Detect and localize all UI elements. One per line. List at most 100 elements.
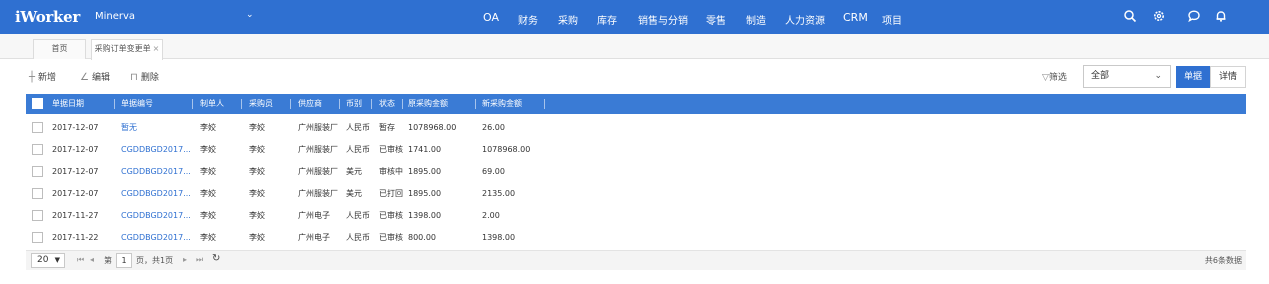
cell-date: 2017-12-07	[52, 167, 99, 176]
cell-doc-no[interactable]: CGDDBGD2017...	[121, 161, 191, 183]
col-creator[interactable]: 制单人	[200, 94, 224, 114]
app-logo[interactable]: iWorker	[15, 8, 80, 26]
cell-supplier: 广州服装厂	[298, 167, 338, 176]
table-row[interactable]: 2017-11-27 CGDDBGD2017... 李姣 李姣 广州电子 人民币 已审核 13…	[26, 205, 1246, 227]
col-original-amount[interactable]: 原采购金额	[408, 94, 448, 114]
nav-item-purchase[interactable]: 采购	[558, 12, 578, 27]
detail-view-button[interactable]: 详情	[1210, 66, 1246, 88]
tab-home[interactable]: 首页	[33, 39, 86, 59]
nav-item-inventory[interactable]: 库存	[597, 12, 617, 27]
column-divider[interactable]	[544, 99, 545, 109]
cell-supplier: 广州服装厂	[298, 123, 338, 132]
close-icon[interactable]: ×	[153, 44, 160, 53]
cell-buyer: 李姣	[249, 189, 265, 198]
cell-currency: 人民币	[346, 145, 370, 154]
table-row[interactable]: 2017-12-07 CGDDBGD2017... 李姣 李姣 广州服装厂 人民币 已审核 1…	[26, 139, 1246, 161]
row-checkbox[interactable]	[32, 144, 43, 155]
cell-date: 2017-11-22	[52, 233, 99, 242]
nav-item-oa[interactable]: OA	[483, 11, 499, 24]
row-checkbox[interactable]	[32, 122, 43, 133]
page-size-select[interactable]: 20 ▼	[31, 253, 65, 268]
cell-date: 2017-12-07	[52, 189, 99, 198]
column-divider[interactable]	[339, 99, 340, 109]
last-page-icon[interactable]: ⏭	[196, 255, 203, 265]
plus-icon: ┼	[29, 72, 36, 83]
cell-buyer: 李姣	[249, 123, 265, 132]
column-divider[interactable]	[114, 99, 115, 109]
table-row[interactable]: 2017-12-07 CGDDBGD2017... 李姣 李姣 广州服装厂 美元 已打回 18…	[26, 183, 1246, 205]
chevron-down-icon[interactable]: ⌄	[246, 10, 254, 20]
tab-purchase-order-change[interactable]: 采购订单变更单 ×	[91, 39, 163, 60]
search-icon[interactable]	[1123, 9, 1137, 23]
row-checkbox[interactable]	[32, 188, 43, 199]
table-row[interactable]: 2017-12-07 暂无 李姣 李姣 广州服装厂 人民币 暂存 1078968.00 26.0…	[26, 117, 1246, 139]
col-status[interactable]: 状态	[379, 94, 395, 114]
cell-currency: 人民币	[346, 123, 370, 132]
col-date[interactable]: 单据日期	[52, 94, 84, 114]
delete-button[interactable]: ⊓ 删除	[130, 70, 159, 83]
next-page-icon[interactable]: ▸	[183, 255, 187, 264]
top-navbar: iWorker Minerva ⌄ OA 财务 采购 库存 销售与分销 零售 制…	[0, 0, 1269, 34]
cell-date: 2017-12-07	[52, 145, 99, 154]
page-label-suffix: 页，共1页	[136, 256, 174, 265]
nav-item-crm[interactable]: CRM	[843, 11, 868, 24]
add-button[interactable]: ┼ 新增	[29, 70, 56, 83]
filter-select[interactable]: 全部 ⌄	[1083, 65, 1171, 88]
row-checkbox[interactable]	[32, 232, 43, 243]
nav-item-hr[interactable]: 人力资源	[785, 12, 825, 27]
column-divider[interactable]	[475, 99, 476, 109]
cell-buyer: 李姣	[249, 211, 265, 220]
cell-supplier: 广州服装厂	[298, 189, 338, 198]
cell-doc-no[interactable]: 暂无	[121, 117, 137, 139]
col-currency[interactable]: 币别	[346, 94, 362, 114]
edit-label: 编辑	[91, 73, 110, 83]
col-doc-no[interactable]: 单据编号	[121, 94, 153, 114]
doc-view-button[interactable]: 单据	[1176, 66, 1210, 88]
table-row[interactable]: 2017-12-07 CGDDBGD2017... 李姣 李姣 广州服装厂 美元 审核中 18…	[26, 161, 1246, 183]
col-supplier[interactable]: 供应商	[298, 94, 322, 114]
filter-icon: ▽	[1042, 73, 1049, 83]
col-buyer[interactable]: 采购员	[249, 94, 273, 114]
total-count: 共6条数据	[1204, 256, 1242, 265]
row-checkbox[interactable]	[32, 166, 43, 177]
gear-icon[interactable]	[1152, 9, 1166, 23]
cell-new-amount: 2.00	[482, 211, 500, 220]
cell-original-amount: 1895.00	[408, 189, 442, 198]
nav-item-project[interactable]: 项目	[882, 12, 902, 27]
cell-doc-no[interactable]: CGDDBGD2017...	[121, 227, 191, 249]
cell-new-amount: 69.00	[482, 167, 505, 176]
column-divider[interactable]	[371, 99, 372, 109]
select-all-checkbox[interactable]	[32, 98, 43, 109]
filter-button[interactable]: ▽筛选	[1042, 70, 1067, 83]
bell-icon[interactable]	[1214, 9, 1228, 23]
cell-new-amount: 1398.00	[482, 233, 516, 242]
company-name[interactable]: Minerva	[95, 11, 135, 22]
table-row[interactable]: 2017-11-22 CGDDBGD2017... 李姣 李姣 广州电子 人民币 已审核 80…	[26, 227, 1246, 249]
cell-buyer: 李姣	[249, 233, 265, 242]
cell-date: 2017-12-07	[52, 123, 99, 132]
prev-page-icon[interactable]: ◂	[90, 255, 94, 264]
trash-icon: ⊓	[130, 72, 138, 83]
first-page-icon[interactable]: ⏮	[77, 255, 84, 265]
nav-item-finance[interactable]: 财务	[518, 12, 538, 27]
cell-doc-no[interactable]: CGDDBGD2017...	[121, 183, 191, 205]
column-divider[interactable]	[192, 99, 193, 109]
nav-item-retail[interactable]: 零售	[706, 12, 726, 27]
refresh-icon[interactable]: ↻	[212, 253, 220, 264]
cell-doc-no[interactable]: CGDDBGD2017...	[121, 139, 191, 161]
page-number-input[interactable]: 1	[116, 253, 132, 268]
column-divider[interactable]	[290, 99, 291, 109]
column-divider[interactable]	[241, 99, 242, 109]
tab-label: 采购订单变更单	[94, 44, 151, 53]
cell-status: 已审核	[379, 145, 403, 154]
row-checkbox[interactable]	[32, 210, 43, 221]
chat-icon[interactable]	[1187, 9, 1201, 23]
nav-item-sales[interactable]: 销售与分销	[638, 12, 688, 27]
col-new-amount[interactable]: 新采购金额	[482, 94, 522, 114]
edit-button[interactable]: ∠ 编辑	[80, 70, 110, 83]
action-toolbar: ┼ 新增 ∠ 编辑 ⊓ 删除 ▽筛选	[0, 60, 1269, 92]
cell-creator: 李姣	[200, 145, 216, 154]
cell-doc-no[interactable]: CGDDBGD2017...	[121, 205, 191, 227]
nav-item-manufacturing[interactable]: 制造	[746, 12, 766, 27]
column-divider[interactable]	[402, 99, 403, 109]
